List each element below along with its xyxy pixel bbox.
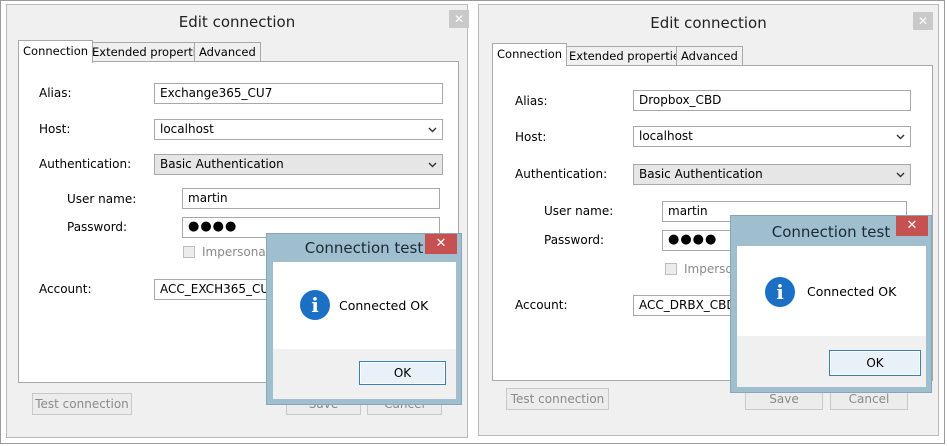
dialog-close-button[interactable]: ✕ <box>896 216 928 236</box>
username-field[interactable]: martin <box>182 188 440 209</box>
dialog-message: Connected OK <box>339 298 429 313</box>
dialog-body: i Connected OK <box>737 246 926 336</box>
test-connection-button[interactable]: Test connection <box>32 393 132 415</box>
dialog-footer: OK <box>273 349 456 399</box>
host-select[interactable]: localhost <box>633 126 911 147</box>
dialog-message: Connected OK <box>807 284 897 299</box>
chevron-down-icon <box>425 120 439 139</box>
window-title: Edit connection <box>178 13 296 31</box>
password-label: Password: <box>67 220 128 234</box>
account-label: Account: <box>515 298 568 312</box>
tab-connection[interactable]: Connection <box>18 40 94 63</box>
authentication-value: Basic Authentication <box>160 157 284 171</box>
authentication-select[interactable]: Basic Authentication <box>633 164 911 185</box>
ok-button[interactable]: OK <box>359 361 446 385</box>
dialog-footer: OK <box>737 336 926 387</box>
window-title: Edit connection <box>650 14 767 32</box>
host-label: Host: <box>39 122 71 136</box>
host-value: localhost <box>639 129 693 143</box>
authentication-label: Authentication: <box>39 157 132 171</box>
chevron-down-icon <box>893 127 907 146</box>
info-icon: i <box>765 277 795 307</box>
close-button[interactable]: ✕ <box>913 12 933 30</box>
connection-test-dialog-right: Connection test ✕ i Connected OK OK <box>730 215 932 393</box>
chevron-down-icon <box>893 165 907 184</box>
tab-extended-properties[interactable]: Extended properties <box>564 46 691 66</box>
account-label: Account: <box>39 282 92 296</box>
alias-field[interactable]: Dropbox_CBD <box>633 90 911 111</box>
chevron-down-icon <box>425 155 439 174</box>
connection-test-dialog-left: Connection test ✕ i Connected OK OK <box>266 233 462 405</box>
alias-label: Alias: <box>39 86 72 100</box>
impersonate-checkbox[interactable] <box>183 246 195 258</box>
tab-connection[interactable]: Connection <box>492 43 568 66</box>
authentication-value: Basic Authentication <box>639 167 763 181</box>
tab-advanced[interactable]: Advanced <box>676 46 743 66</box>
info-icon: i <box>300 290 330 320</box>
ok-button[interactable]: OK <box>829 350 921 376</box>
host-select[interactable]: localhost <box>154 119 443 140</box>
impersonate-checkbox[interactable] <box>665 263 677 275</box>
tab-advanced[interactable]: Advanced <box>194 42 261 62</box>
close-button[interactable]: ✕ <box>449 10 469 28</box>
username-label: User name: <box>544 204 614 218</box>
host-label: Host: <box>515 130 547 144</box>
authentication-label: Authentication: <box>515 167 608 181</box>
dialog-body: i Connected OK <box>273 262 456 349</box>
authentication-select[interactable]: Basic Authentication <box>154 154 443 175</box>
host-value: localhost <box>160 122 214 136</box>
dialog-close-button[interactable]: ✕ <box>425 234 457 254</box>
alias-label: Alias: <box>515 94 548 108</box>
username-label: User name: <box>67 192 137 206</box>
test-connection-button[interactable]: Test connection <box>506 388 609 410</box>
password-label: Password: <box>544 233 605 247</box>
alias-field[interactable]: Exchange365_CU7 <box>154 83 443 104</box>
